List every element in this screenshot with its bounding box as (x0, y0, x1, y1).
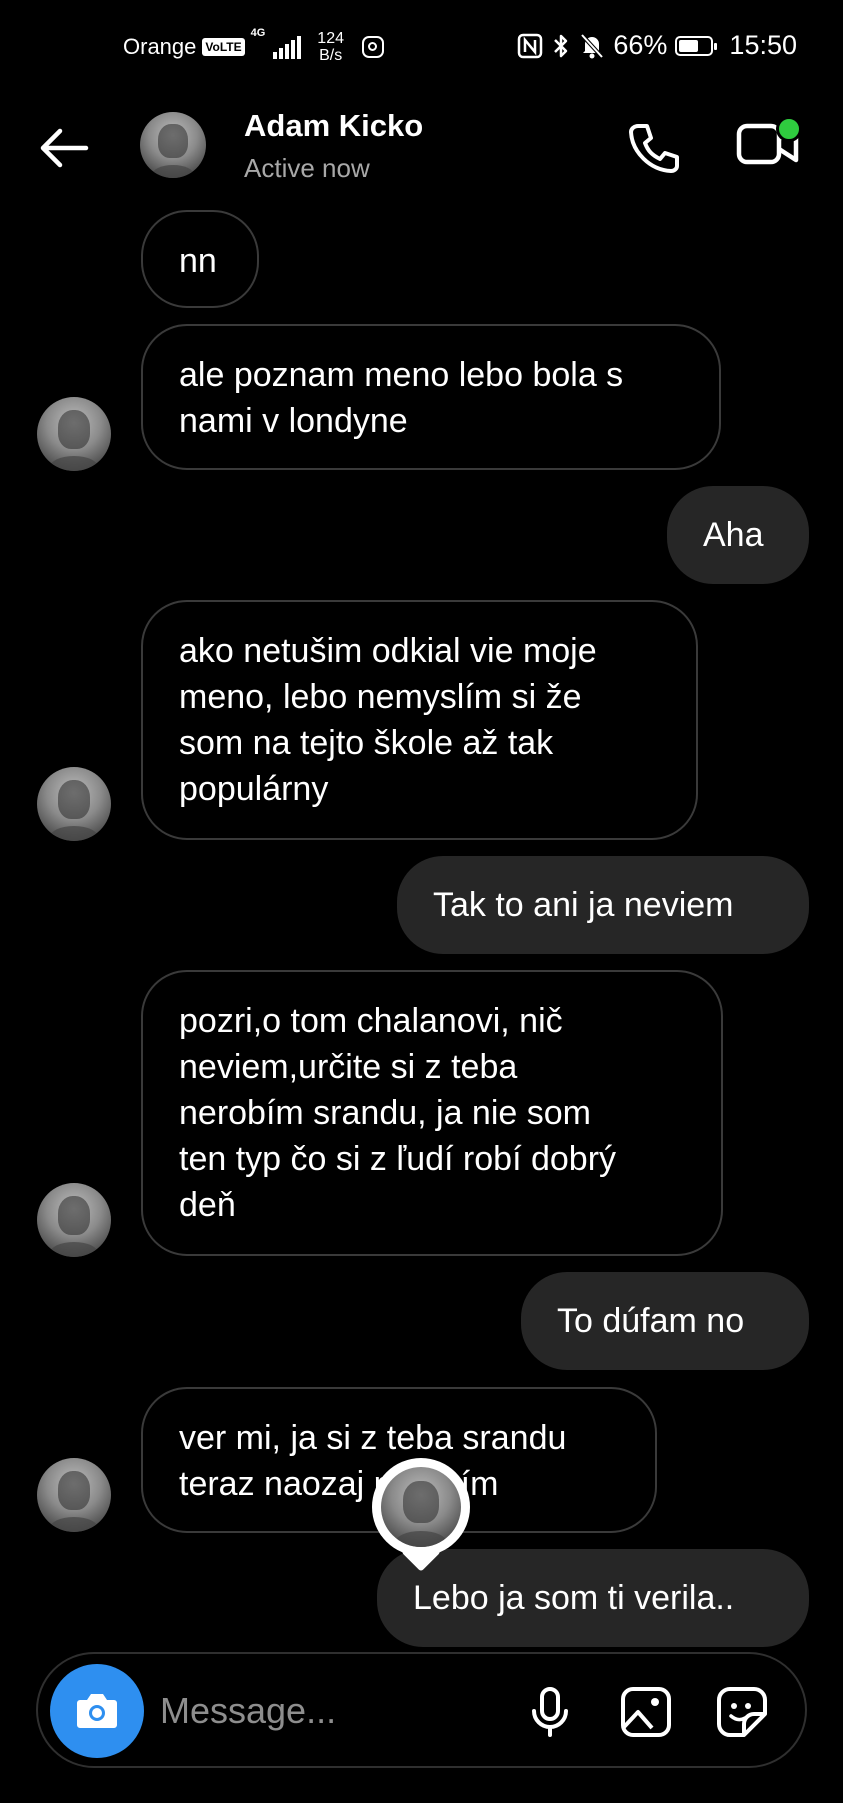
battery-percent: 66% (613, 30, 668, 60)
message-received[interactable]: ale poznam meno lebo bola s nami v londy… (141, 324, 721, 470)
seen-avatar-marker (372, 1458, 470, 1576)
sender-avatar[interactable] (37, 1458, 111, 1532)
contact-name[interactable]: Adam Kicko (244, 108, 423, 144)
message-composer (36, 1652, 807, 1768)
message-sent[interactable]: To dúfam no (521, 1272, 809, 1370)
sender-avatar[interactable] (37, 767, 111, 841)
network-type: 4G (250, 27, 266, 39)
signal-icon (273, 35, 302, 59)
arrow-left-icon[interactable] (34, 118, 94, 178)
mute-bell-icon (580, 33, 604, 58)
speed-unit: B/s (319, 47, 343, 64)
contact-status: Active now (244, 153, 370, 183)
battery-fill (679, 39, 698, 52)
message-received[interactable]: pozri,o tom chalanovi, nič neviem,určite… (141, 970, 723, 1256)
message-received[interactable]: nn (141, 210, 259, 308)
status-left: Orange VoLTE 4G 124 B/s (123, 27, 384, 64)
image-icon[interactable] (618, 1684, 674, 1740)
volte-badge: VoLTE (202, 38, 245, 56)
sender-avatar[interactable] (37, 397, 111, 471)
microphone-icon[interactable] (522, 1684, 578, 1740)
message-sent[interactable]: Tak to ani ja neviem (397, 856, 809, 954)
sender-avatar[interactable] (37, 1183, 111, 1257)
instagram-notification-icon (362, 36, 384, 58)
clock: 15:50 (729, 30, 797, 60)
sticker-icon[interactable] (714, 1684, 770, 1740)
bluetooth-icon (554, 34, 568, 57)
carrier-label: Orange (123, 34, 197, 59)
status-right: 66% 15:50 (517, 30, 797, 61)
speed-value: 124 (317, 30, 344, 47)
seen-avatar (381, 1467, 461, 1547)
phone-icon[interactable] (624, 118, 684, 178)
online-status-dot (776, 116, 802, 142)
camera-icon (77, 1694, 117, 1728)
message-sent[interactable]: Aha (667, 486, 809, 584)
camera-button[interactable] (50, 1664, 144, 1758)
network-speed: 124 B/s (317, 30, 344, 64)
battery-icon (675, 35, 718, 56)
nfc-icon (518, 33, 543, 58)
message-input[interactable] (158, 1684, 522, 1738)
contact-avatar[interactable] (140, 112, 206, 178)
message-received[interactable]: ako netušim odkial vie moje meno, lebo n… (141, 600, 698, 840)
status-bar: Orange VoLTE 4G 124 B/s 66% 15:50 (0, 0, 843, 100)
